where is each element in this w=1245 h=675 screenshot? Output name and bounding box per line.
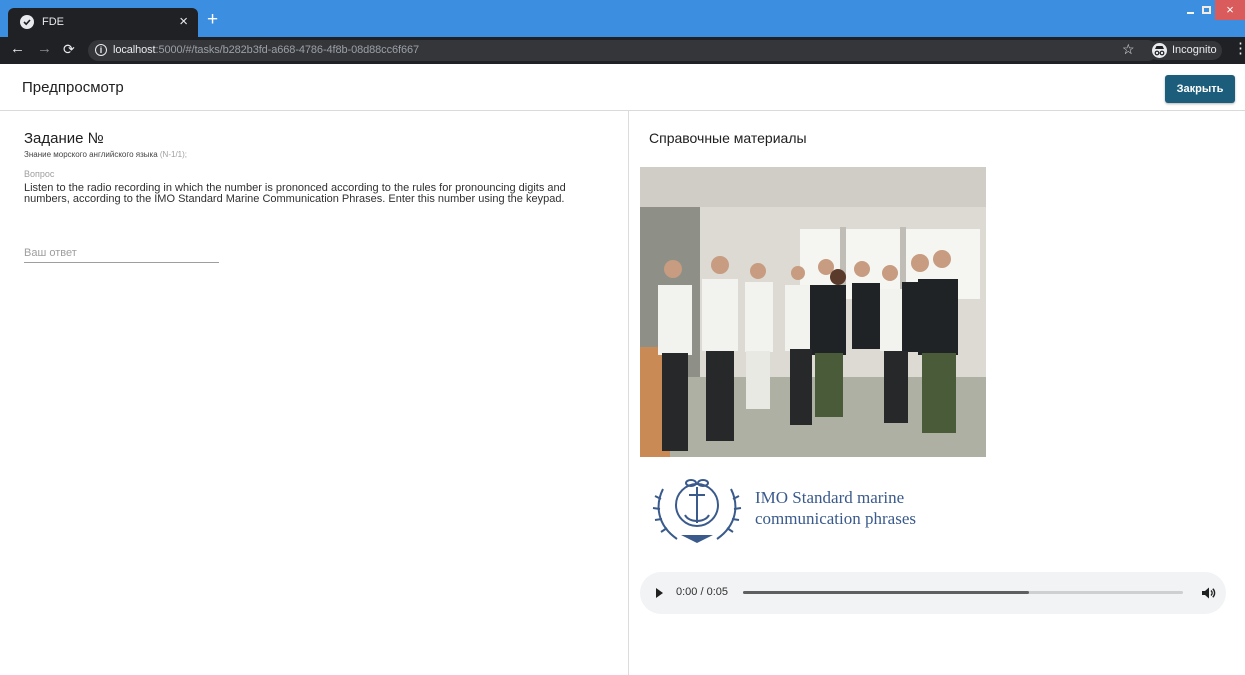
audio-time: 0:00 / 0:05 [676, 586, 728, 598]
incognito-icon [1152, 43, 1167, 58]
tab-close-icon[interactable]: × [179, 13, 188, 30]
task-subject-code: (N-1/1); [159, 150, 188, 159]
task-panel: Задание № Знание морского английского яз… [24, 130, 614, 263]
volume-icon[interactable] [1200, 585, 1216, 606]
column-divider [628, 111, 629, 675]
close-button[interactable]: Закрыть [1165, 75, 1235, 103]
crew-photo [640, 167, 986, 457]
answer-input[interactable] [24, 243, 219, 263]
window-close-button[interactable]: × [1215, 0, 1245, 20]
check-circle-icon [20, 15, 34, 29]
address-bar[interactable]: i localhost:5000/#/tasks/b282b3fd-a668-4… [88, 40, 1158, 61]
reload-icon[interactable]: ⟳ [63, 41, 75, 58]
new-tab-button[interactable]: + [207, 9, 218, 31]
app-header: Предпросмотр Закрыть [0, 64, 1245, 111]
incognito-label: Incognito [1172, 44, 1217, 56]
question-text: Listen to the radio recording in which t… [24, 182, 566, 205]
play-icon[interactable] [656, 588, 663, 598]
star-icon[interactable]: ☆ [1122, 41, 1135, 58]
audio-player: 0:00 / 0:05 [640, 572, 1226, 614]
window-minimize-button[interactable] [1184, 5, 1198, 17]
window-maximize-button[interactable] [1202, 6, 1211, 14]
page-title: Предпросмотр [22, 79, 124, 96]
references-title: Справочные материалы [649, 130, 807, 146]
question-label: Вопрос [24, 169, 55, 179]
url-text[interactable]: localhost:5000/#/tasks/b282b3fd-a668-478… [113, 44, 419, 56]
task-subject: Знание морского английского языка (N-1/1… [24, 150, 188, 159]
back-arrow-icon[interactable]: ← [10, 40, 25, 57]
browser-toolbar: ← → ⟳ i localhost:5000/#/tasks/b282b3fd-… [0, 37, 1245, 64]
info-icon[interactable]: i [95, 44, 107, 56]
forward-arrow-icon[interactable]: → [37, 40, 52, 57]
audio-progress-fill [743, 591, 1029, 594]
browser-tab-strip: FDE × + × [0, 0, 1245, 37]
audio-progress-bar[interactable] [743, 591, 1183, 594]
incognito-badge[interactable]: Incognito [1148, 41, 1222, 60]
menu-dots-icon[interactable]: ⋮ [1233, 39, 1245, 57]
tab-title: FDE [42, 16, 64, 28]
browser-tab[interactable]: FDE × [8, 8, 198, 37]
imo-logo [651, 471, 743, 545]
imo-caption: IMO Standard marine communication phrase… [755, 488, 916, 528]
task-title: Задание № [24, 130, 104, 147]
